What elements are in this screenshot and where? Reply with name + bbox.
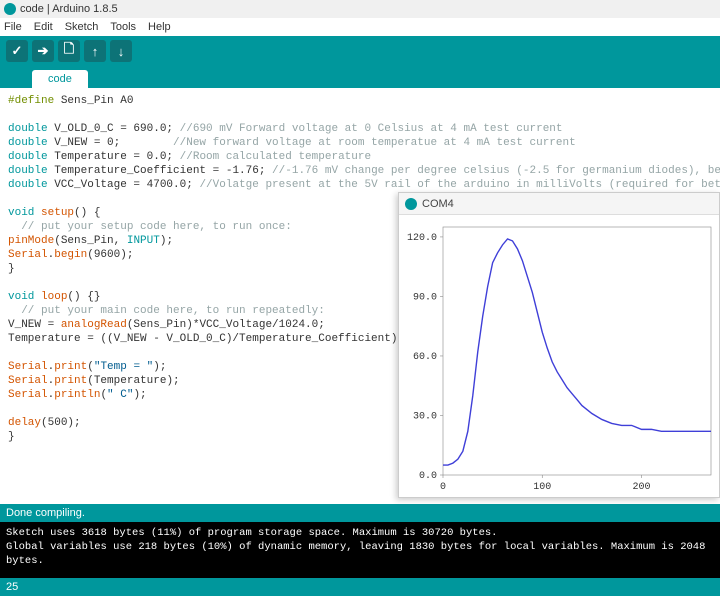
file-icon: 🗋 bbox=[64, 40, 74, 62]
svg-text:200: 200 bbox=[633, 482, 651, 493]
menu-help[interactable]: Help bbox=[148, 21, 171, 33]
svg-text:60.0: 60.0 bbox=[413, 352, 437, 363]
check-icon: ✓ bbox=[12, 43, 23, 59]
window-titlebar: code | Arduino 1.8.5 bbox=[0, 0, 720, 18]
arrow-right-icon: ➔ bbox=[38, 43, 49, 59]
menu-edit[interactable]: Edit bbox=[34, 21, 53, 33]
menu-file[interactable]: File bbox=[4, 21, 22, 33]
svg-text:30.0: 30.0 bbox=[413, 411, 437, 422]
menu-tools[interactable]: Tools bbox=[110, 21, 136, 33]
verify-button[interactable]: ✓ bbox=[6, 40, 28, 62]
arduino-icon bbox=[405, 198, 417, 210]
console-output: Sketch uses 3618 bytes (11%) of program … bbox=[0, 522, 720, 578]
svg-text:90.0: 90.0 bbox=[413, 292, 437, 303]
menu-sketch[interactable]: Sketch bbox=[65, 21, 99, 33]
plotter-title: COM4 bbox=[422, 198, 454, 210]
svg-text:0.0: 0.0 bbox=[419, 471, 437, 482]
tab-code[interactable]: code bbox=[32, 70, 88, 88]
footer-bar: 25 bbox=[0, 578, 720, 596]
plotter-titlebar[interactable]: COM4 bbox=[399, 193, 719, 215]
line-number: 25 bbox=[6, 581, 18, 593]
svg-text:100: 100 bbox=[533, 482, 551, 493]
arduino-icon bbox=[4, 3, 16, 15]
console-line: Global variables use 218 bytes (10%) of … bbox=[6, 541, 712, 567]
tabbar: code bbox=[0, 66, 720, 88]
status-text: Done compiling. bbox=[6, 507, 85, 519]
open-button[interactable]: ↑ bbox=[84, 40, 106, 62]
upload-button[interactable]: ➔ bbox=[32, 40, 54, 62]
svg-text:120.0: 120.0 bbox=[407, 233, 437, 244]
arrow-up-icon: ↑ bbox=[92, 44, 99, 59]
save-button[interactable]: ↓ bbox=[110, 40, 132, 62]
menubar: File Edit Sketch Tools Help bbox=[0, 18, 720, 36]
toolbar: ✓ ➔ 🗋 ↑ ↓ bbox=[0, 36, 720, 66]
status-bar: Done compiling. bbox=[0, 504, 720, 522]
serial-plotter-window[interactable]: COM4 0.0 30.0 60.0 90.0 120.0 0 100 200 bbox=[398, 192, 720, 498]
console-line: Sketch uses 3618 bytes (11%) of program … bbox=[6, 527, 497, 539]
plot-area: 0.0 30.0 60.0 90.0 120.0 0 100 200 bbox=[399, 215, 719, 497]
window-title: code | Arduino 1.8.5 bbox=[20, 3, 118, 15]
new-button[interactable]: 🗋 bbox=[58, 40, 80, 62]
svg-text:0: 0 bbox=[440, 482, 446, 493]
arrow-down-icon: ↓ bbox=[118, 44, 125, 59]
